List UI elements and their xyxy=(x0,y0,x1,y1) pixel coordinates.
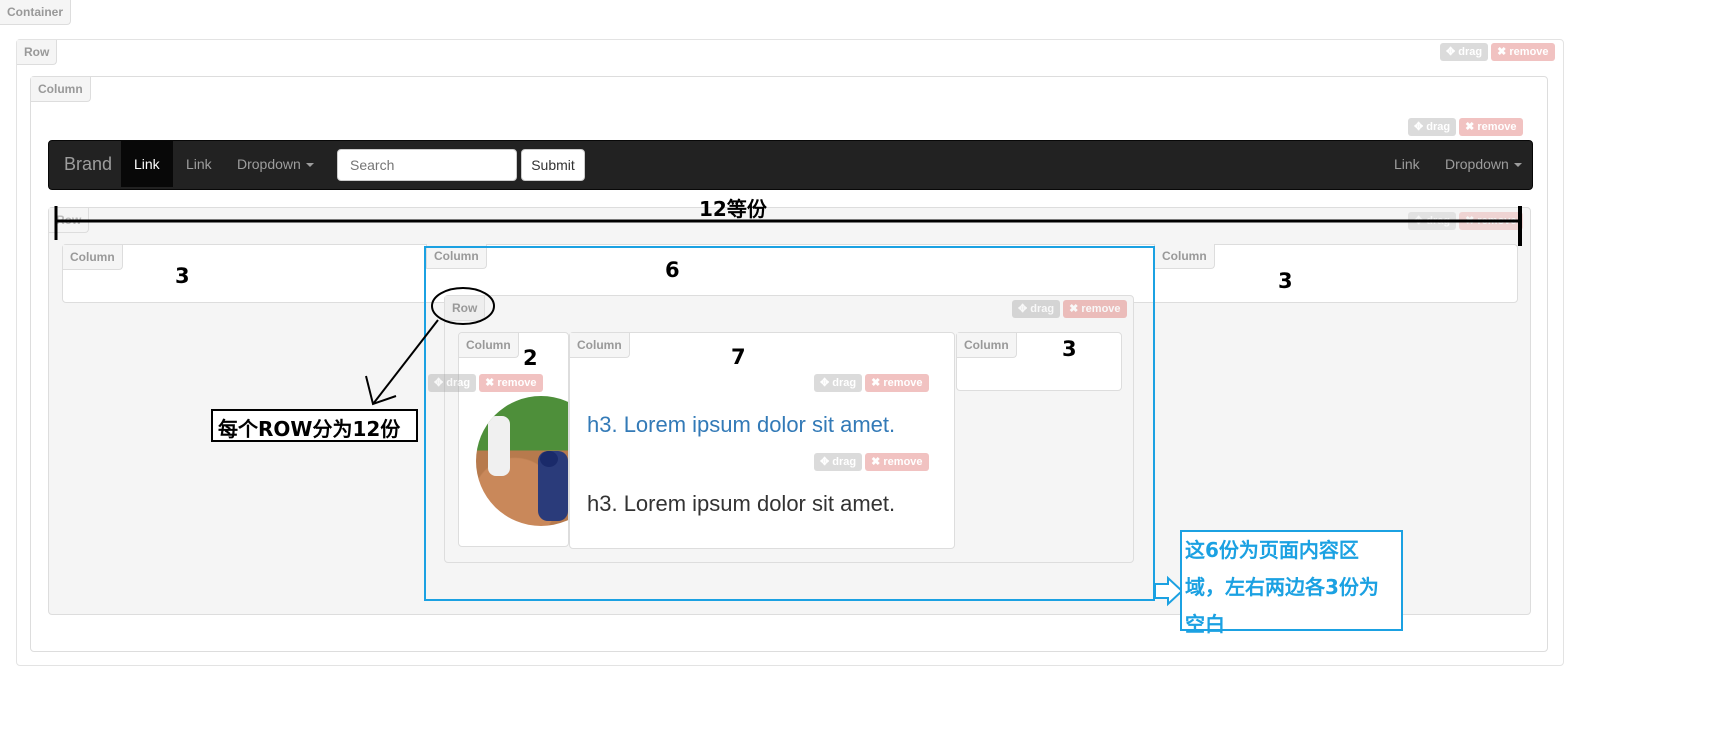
content-note-line: 空白 xyxy=(1185,612,1225,636)
twelve-parts-label: 12等份 xyxy=(699,197,767,221)
annotation-overlay xyxy=(54,206,1522,631)
content-note: 这6份为页面内容区 域，左右两边各3份为 空白 xyxy=(1185,532,1403,643)
col-mid-count: 6 xyxy=(665,258,680,282)
col-right-count: 3 xyxy=(1278,269,1293,293)
six-columns-highlight xyxy=(424,246,1155,601)
row-arrow-line xyxy=(372,319,439,405)
col-left-count: 3 xyxy=(175,264,190,288)
content-note-line: 域，左右两边各3份为 xyxy=(1185,575,1379,599)
row-circle xyxy=(431,287,495,325)
blue-arrow-icon xyxy=(1154,575,1184,607)
row-note: 每个ROW分为12份 xyxy=(218,417,401,441)
content-note-line: 这6份为页面内容区 xyxy=(1185,538,1359,562)
inner-left-count: 2 xyxy=(523,346,538,370)
inner-right-count: 3 xyxy=(1062,337,1077,361)
inner-mid-count: 7 xyxy=(731,345,746,369)
